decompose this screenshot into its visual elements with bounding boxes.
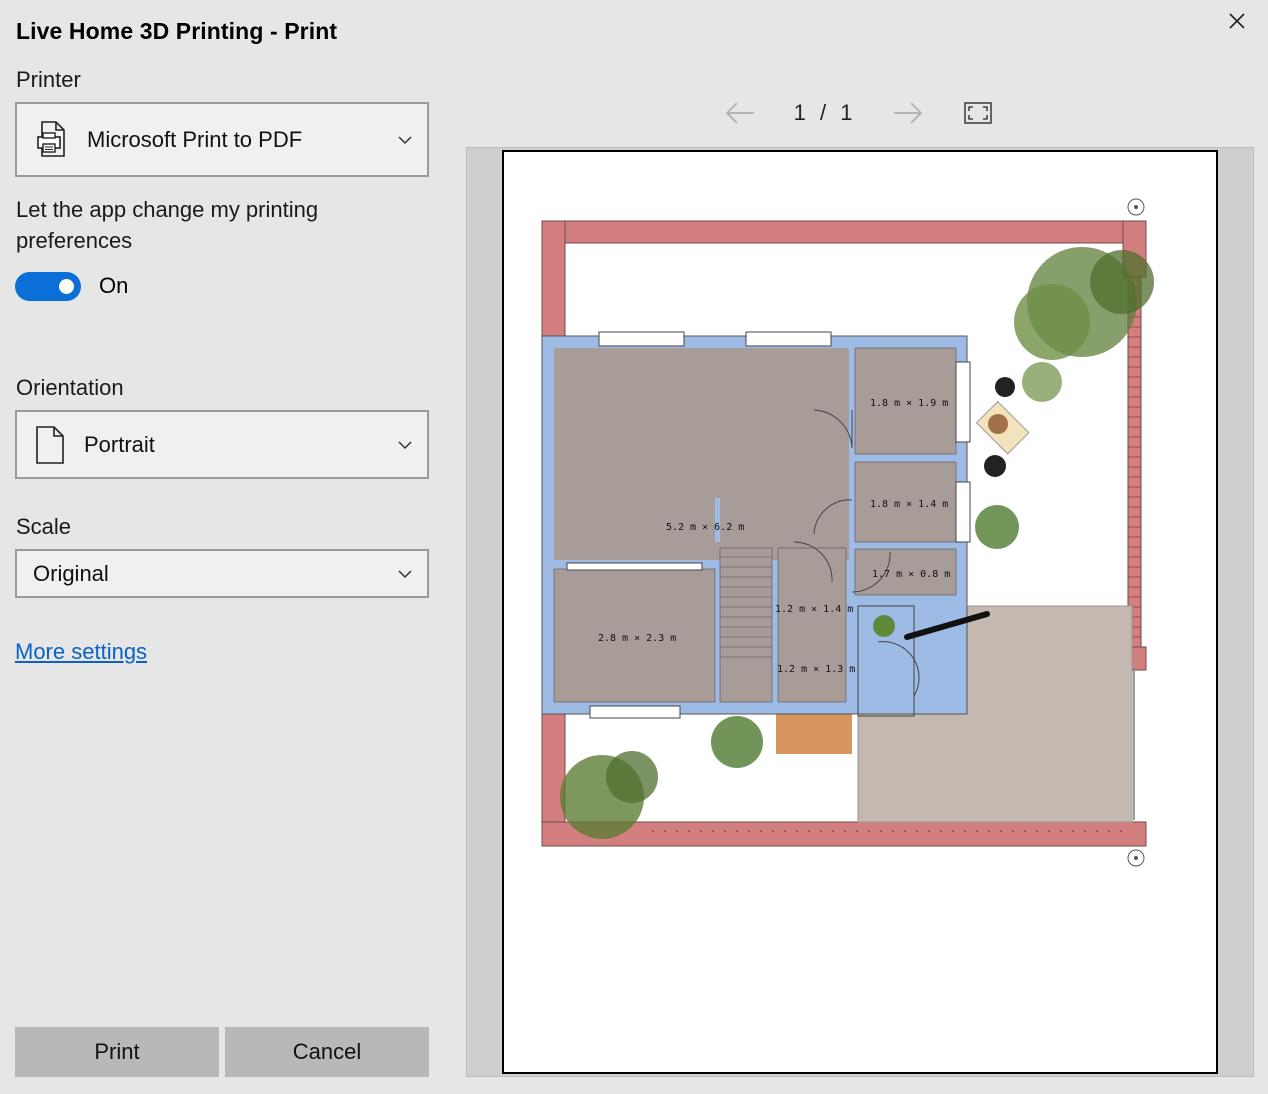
- page-separator: /: [819, 100, 827, 125]
- arrow-right-icon: [894, 102, 923, 124]
- printer-label: Printer: [16, 67, 81, 92]
- preview-page: 5.2 m × 6.2 m 1.8 m × 1.9 m 1.8 m × 1.4 …: [502, 150, 1218, 1074]
- scale-label: Scale: [16, 514, 72, 539]
- preferences-toggle[interactable]: [15, 272, 81, 301]
- printer-select[interactable]: Microsoft Print to PDF: [15, 102, 429, 177]
- window-title: Live Home 3D Printing - Print: [16, 18, 338, 44]
- room-label-3: 1.7 m × 0.8 m: [872, 569, 950, 580]
- orientation-value: Portrait: [84, 431, 155, 457]
- printer-value: Microsoft Print to PDF: [87, 126, 303, 152]
- fullscreen-icon: [964, 102, 992, 124]
- room-label-6: 2.8 m × 2.3 m: [598, 633, 676, 644]
- orientation-select[interactable]: Portrait: [15, 410, 429, 479]
- room-label-1: 1.8 m × 1.9 m: [870, 398, 948, 409]
- room-label-4: 1.2 m × 1.4 m: [775, 604, 853, 615]
- current-page: 1: [793, 100, 806, 125]
- arrow-left-icon: [725, 102, 754, 124]
- room-label-2: 1.8 m × 1.4 m: [870, 499, 948, 510]
- print-button[interactable]: Print: [15, 1027, 219, 1077]
- total-pages: 1: [840, 100, 853, 125]
- page-indicator: 1 / 1: [790, 100, 856, 126]
- toggle-state-label: On: [99, 273, 129, 298]
- toggle-knob: [59, 279, 74, 294]
- more-settings-link[interactable]: More settings: [15, 639, 147, 665]
- scale-select[interactable]: Original: [15, 549, 429, 598]
- room-label-5: 1.2 m × 1.3 m: [777, 664, 855, 675]
- room-label-main: 5.2 m × 6.2 m: [666, 522, 744, 533]
- scale-value: Original: [33, 560, 109, 586]
- chevron-down-icon: [398, 440, 412, 449]
- floor-plan: 5.2 m × 6.2 m 1.8 m × 1.9 m 1.8 m × 1.4 …: [541, 198, 1154, 867]
- close-button[interactable]: [1222, 6, 1252, 36]
- chevron-down-icon: [398, 569, 412, 578]
- chevron-down-icon: [398, 135, 412, 144]
- portrait-page-icon: [36, 426, 64, 464]
- orientation-label: Orientation: [16, 375, 124, 400]
- preferences-text: Let the app change my printing preferenc…: [16, 197, 319, 253]
- cancel-button[interactable]: Cancel: [225, 1027, 429, 1077]
- printer-icon: [37, 121, 65, 157]
- previous-page-button[interactable]: [724, 100, 756, 126]
- close-icon: [1229, 13, 1245, 29]
- next-page-button[interactable]: [892, 100, 924, 126]
- fullscreen-button[interactable]: [964, 102, 992, 124]
